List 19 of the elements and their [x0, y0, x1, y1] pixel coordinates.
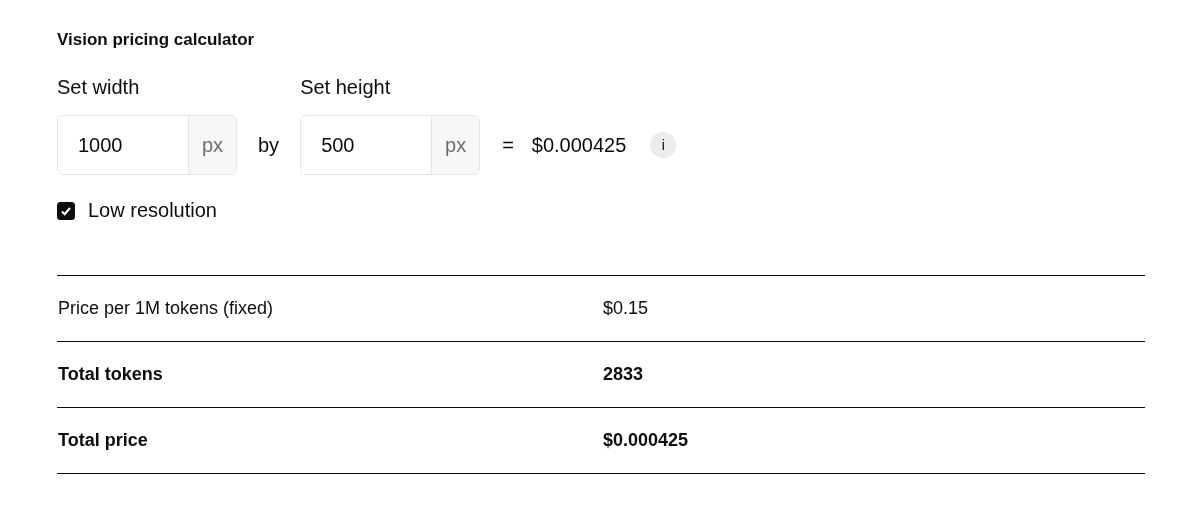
by-label: by — [258, 132, 280, 158]
row-value: $0.15 — [603, 298, 650, 319]
height-input[interactable]: 500 px — [300, 115, 481, 175]
equals-sign: = — [502, 132, 514, 158]
row-label: Price per 1M tokens (fixed) — [58, 298, 275, 319]
row-value: 2833 — [603, 364, 645, 385]
calculator-title: Vision pricing calculator — [57, 30, 256, 50]
low-resolution-checkbox[interactable] — [57, 201, 75, 220]
unit-label: px — [188, 116, 236, 174]
field-label: Set width — [57, 76, 141, 99]
unit-label: px — [431, 116, 480, 174]
field-label: Set height — [300, 76, 392, 99]
row-value: $0.000425 — [603, 430, 690, 451]
width-input[interactable]: 1000 px — [57, 115, 237, 175]
info-button[interactable]: i — [650, 132, 677, 158]
checkbox-label: Low resolution — [88, 199, 217, 222]
result-price: $0.000425 — [531, 132, 627, 158]
row-label: Total tokens — [58, 364, 164, 385]
row-label: Total price — [58, 430, 149, 451]
